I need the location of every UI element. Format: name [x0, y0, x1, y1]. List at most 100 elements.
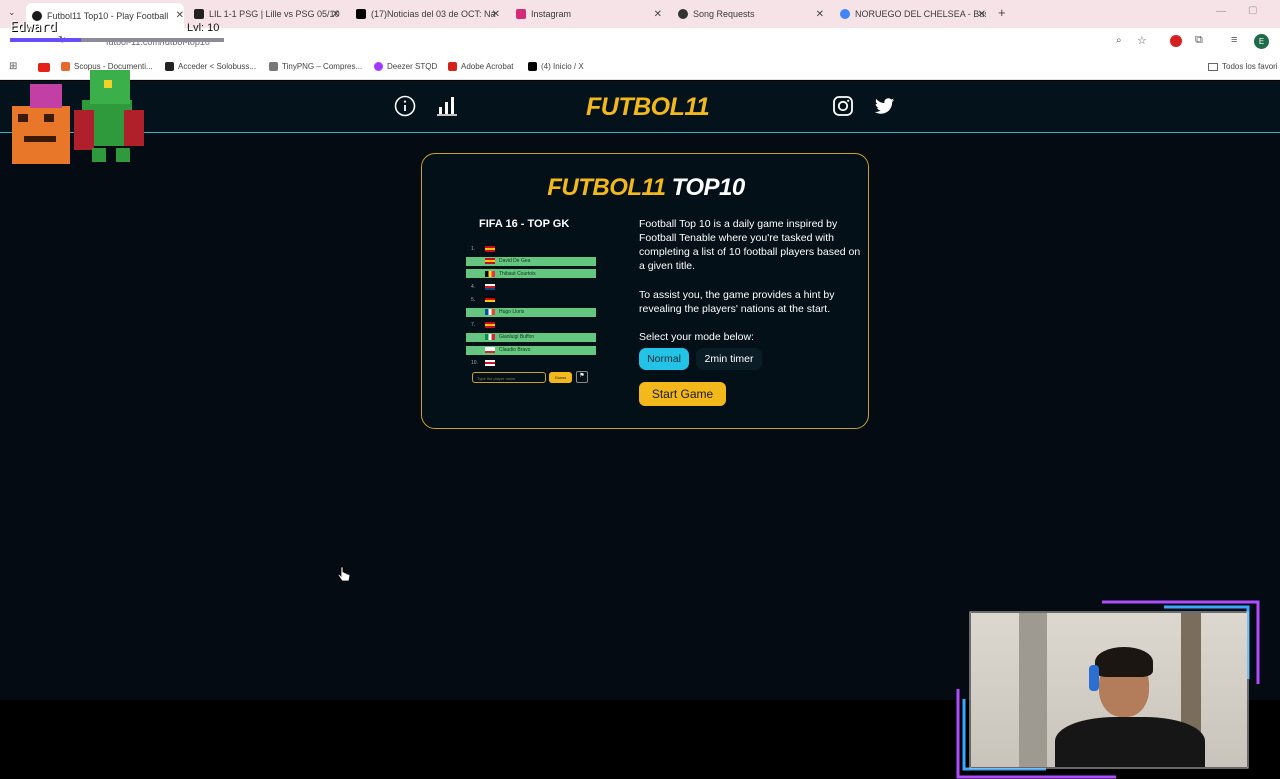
bookmark-label: Acceder < Solobuss... [178, 62, 257, 71]
tab-instagram[interactable]: Instagram ✕ [516, 4, 662, 24]
preview-row: 6. Hugo Lloris [466, 307, 596, 317]
preview-row: 3. Thibaut Courtois [466, 269, 596, 279]
site-favicon [678, 9, 688, 19]
person-hair [1095, 647, 1153, 677]
preview-row-number: 1. [471, 246, 476, 252]
preview-row: 5. [466, 295, 596, 304]
preview-row-number: 9. [471, 347, 476, 354]
card-title: FUTBOL11 TOP10 [422, 174, 870, 202]
bookmark-acrobat[interactable]: Adobe Acrobat [448, 62, 513, 71]
close-tab-icon[interactable]: ✕ [176, 10, 184, 21]
mode-timer-button[interactable]: 2min timer [696, 348, 762, 370]
all-bookmarks-label: Todos los favori [1222, 62, 1278, 71]
page-content: FUTBOL11 FUTBOL11 TOP10 FIFA 16 - TOP GK… [0, 81, 1280, 779]
description-1: Football Top 10 is a daily game inspired… [639, 218, 861, 272]
bookmark-tinypng[interactable]: TinyPNG – Compres... [269, 62, 362, 71]
futbol11-favicon [32, 10, 42, 21]
tab-title: Song Requests [693, 9, 755, 19]
close-tab-icon[interactable]: ✕ [654, 9, 662, 20]
info-icon[interactable] [394, 95, 416, 117]
all-bookmarks[interactable]: Todos los favori [1208, 62, 1278, 71]
close-tab-icon[interactable]: ✕ [332, 9, 340, 20]
nation-flag-icon [485, 359, 495, 366]
minimize-icon[interactable]: — [1216, 6, 1226, 17]
instagram-favicon [516, 9, 526, 19]
tiktok-favicon [356, 9, 366, 19]
close-tab-icon[interactable]: ✕ [816, 9, 824, 20]
preview-row: 9. Claudio Bravo [466, 345, 596, 355]
nation-flag-icon [485, 334, 495, 341]
webcam-overlay [956, 599, 1260, 779]
tab-google-search[interactable]: NORUEGO DEL CHELSEA - Busc ✕ [840, 4, 986, 24]
preview-title: FIFA 16 - TOP GK [479, 218, 570, 230]
card-title-brand: FUTBOL11 [547, 174, 666, 201]
mode-normal-button[interactable]: Normal [639, 348, 689, 370]
preview-row: 10. [466, 358, 596, 367]
tab-title: (17)Noticias del 03 de OCT: Ná [371, 9, 496, 19]
tab-song-requests[interactable]: Song Requests ✕ [678, 4, 824, 24]
preview-flag-icon: ⚑ [576, 371, 588, 383]
google-favicon [840, 9, 850, 19]
preview-row-number: 6. [471, 309, 476, 316]
shelf [1019, 613, 1047, 767]
tab-tiktok[interactable]: (17)Noticias del 03 de OCT: Ná ✕ [356, 4, 500, 24]
tab-title: Instagram [531, 9, 572, 19]
tab-title: NORUEGO DEL CHELSEA - Busc [855, 9, 986, 19]
preview-row: 2. David De Gea [466, 256, 596, 266]
bookmark-label: (4) Inicio / X [541, 62, 584, 71]
streamer-name: Edward [10, 20, 57, 35]
zoom-icon[interactable]: ⌕ [1116, 35, 1122, 46]
close-tab-icon[interactable]: ✕ [492, 9, 500, 20]
close-tab-icon[interactable]: ✕ [978, 9, 986, 20]
menu-list-icon[interactable]: ≡ [1231, 34, 1237, 46]
nation-flag-icon [485, 347, 495, 354]
restore-icon[interactable]: ▢ [1248, 5, 1257, 16]
preview-input: Type the player name [472, 372, 546, 383]
dragon-mascot-icon [12, 70, 144, 164]
bookmark-x[interactable]: (4) Inicio / X [528, 62, 584, 71]
site-logo[interactable]: FUTBOL11 [586, 93, 710, 122]
bookmark-deezer[interactable]: Deezer STQD [374, 62, 437, 71]
twitter-icon[interactable] [874, 95, 896, 117]
preview-row: 1. [466, 244, 596, 253]
nation-flag-icon [485, 258, 495, 265]
bookmark-label: Adobe Acrobat [461, 62, 514, 71]
preview-player-name: Hugo Lloris [499, 309, 525, 315]
preview-row-number: 3. [471, 271, 476, 278]
extension-icon[interactable] [1170, 35, 1182, 47]
puzzle-icon[interactable]: ⧉ [1195, 34, 1203, 47]
tab-search-icon[interactable]: ⌄ [8, 7, 16, 18]
bookmark-label: Deezer STQD [387, 62, 438, 71]
preview-player-name: David De Gea [499, 258, 531, 265]
new-tab-icon[interactable]: + [998, 5, 1006, 20]
bookmark-solobuss[interactable]: Acceder < Solobuss... [165, 62, 256, 71]
xp-fill [10, 38, 81, 42]
preview-row-number: 10. [471, 360, 478, 367]
tab-title: Futbol11 Top10 - Play Football [47, 10, 169, 21]
game-intro-card: FUTBOL11 TOP10 FIFA 16 - TOP GK 1. 2. Davi… [421, 153, 869, 429]
instagram-icon[interactable] [832, 95, 854, 117]
site-favicon [194, 9, 204, 19]
preview-player-name: Thibaut Courtois [499, 270, 536, 277]
person-body [1055, 717, 1205, 767]
star-icon[interactable]: ☆ [1137, 34, 1147, 47]
preview-row-number: 5. [471, 296, 476, 303]
xp-bar [10, 38, 224, 42]
bookmarks-bar: ⊞ Scopus - Documenti... Acceder < Solobu… [0, 56, 1280, 80]
tab-lille-psg[interactable]: LIL 1-1 PSG | Lille vs PSG 05/10 ✕ [194, 4, 340, 24]
webcam-feed [971, 613, 1247, 767]
preview-row: 8. Gianluigi Buffon [466, 332, 596, 342]
start-game-button[interactable]: Start Game [639, 382, 726, 406]
heart-icon [374, 62, 383, 71]
preview-row: 4. [466, 282, 596, 291]
nation-flag-icon [485, 296, 495, 303]
folder-icon [1208, 62, 1218, 71]
x-icon [528, 62, 537, 71]
stats-icon[interactable] [436, 95, 458, 117]
preview-guess-button: Guess [549, 372, 572, 383]
profile-avatar[interactable]: E [1254, 34, 1269, 49]
headphones [1089, 665, 1099, 691]
tab-title: LIL 1-1 PSG | Lille vs PSG 05/10 [209, 9, 340, 19]
mode-label: Select your mode below: [639, 331, 754, 343]
preview-row-number: 2. [471, 258, 476, 265]
